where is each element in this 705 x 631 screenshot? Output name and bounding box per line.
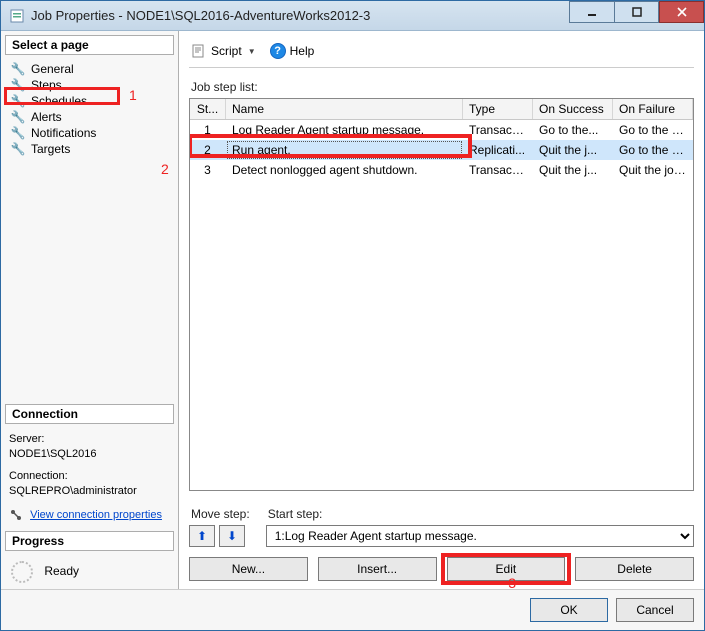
page-item-steps[interactable]: 🔧 Steps <box>7 77 172 93</box>
step-buttons-row: New... Insert... Edit Delete <box>189 557 694 581</box>
cell-type: Transact-... <box>463 160 533 180</box>
wrench-icon: 🔧 <box>11 94 25 108</box>
cell-name: Log Reader Agent startup message. <box>226 120 463 140</box>
cell-name: Run agent. <box>226 140 463 160</box>
progress-header: Progress <box>5 531 174 551</box>
cell-st: 1 <box>190 120 226 140</box>
table-row[interactable]: 3 Detect nonlogged agent shutdown. Trans… <box>190 160 693 180</box>
col-header-name[interactable]: Name <box>226 99 463 119</box>
start-step-select[interactable]: 1:Log Reader Agent startup message. <box>266 525 694 547</box>
move-step-label: Move step: <box>191 507 250 521</box>
wrench-icon: 🔧 <box>11 126 25 140</box>
cell-st: 2 <box>190 140 226 160</box>
page-item-general[interactable]: 🔧 General <box>7 61 172 77</box>
start-step-label: Start step: <box>268 507 692 521</box>
connection-header: Connection <box>5 404 174 424</box>
col-header-st[interactable]: St... <box>190 99 226 119</box>
page-list: 🔧 General 🔧 Steps 🔧 Schedules 🔧 Alerts 🔧 <box>1 59 178 159</box>
maximize-button[interactable] <box>614 1 659 23</box>
cell-st: 3 <box>190 160 226 180</box>
minimize-button[interactable] <box>569 1 614 23</box>
col-header-type[interactable]: Type <box>463 99 533 119</box>
grid-body: 1 Log Reader Agent startup message. Tran… <box>190 120 693 490</box>
page-label: Alerts <box>31 110 62 124</box>
connection-value: SQLREPRO\administrator <box>9 485 137 497</box>
cell-type: Transact-... <box>463 120 533 140</box>
close-button[interactable] <box>659 1 704 23</box>
page-item-alerts[interactable]: 🔧 Alerts <box>7 109 172 125</box>
table-row[interactable]: 1 Log Reader Agent startup message. Tran… <box>190 120 693 140</box>
table-row[interactable]: 2 Run agent. Replicati... Quit the j... … <box>190 140 693 160</box>
page-label: Steps <box>31 78 62 92</box>
progress-block: Ready <box>1 555 178 589</box>
progress-status: Ready <box>44 564 79 578</box>
page-item-schedules[interactable]: 🔧 Schedules <box>7 93 172 109</box>
wrench-icon: 🔧 <box>11 142 25 156</box>
script-dropdown-icon[interactable]: ▼ <box>248 47 256 56</box>
window: Job Properties - NODE1\SQL2016-Adventure… <box>0 0 705 631</box>
page-label: General <box>31 62 74 76</box>
arrow-down-icon: ⬇ <box>227 529 237 543</box>
move-up-button[interactable]: ⬆ <box>189 525 215 547</box>
window-buttons <box>569 1 704 30</box>
server-label: Server: <box>9 433 44 445</box>
cell-name: Detect nonlogged agent shutdown. <box>226 160 463 180</box>
left-pane: Select a page 🔧 General 🔧 Steps 🔧 Schedu… <box>1 31 179 589</box>
wrench-icon: 🔧 <box>11 78 25 92</box>
window-title: Job Properties - NODE1\SQL2016-Adventure… <box>31 8 370 23</box>
grid-header: St... Name Type On Success On Failure <box>190 99 693 120</box>
move-step-block: Move step: ⬆ ⬇ <box>189 503 252 547</box>
titlebar: Job Properties - NODE1\SQL2016-Adventure… <box>1 1 704 31</box>
edit-button[interactable]: Edit <box>447 557 566 581</box>
cell-fail: Go to the n... <box>613 120 693 140</box>
connection-properties-icon <box>9 508 23 522</box>
arrow-up-icon: ⬆ <box>197 529 207 543</box>
right-pane: Script ▼ ? Help Job step list: St... Nam… <box>179 31 704 589</box>
help-icon: ? <box>270 43 286 59</box>
toolbar: Script ▼ ? Help <box>189 39 694 68</box>
help-button[interactable]: Help <box>290 44 315 58</box>
script-icon <box>191 43 207 59</box>
connection-block: Server: NODE1\SQL2016 Connection: SQLREP… <box>1 428 178 527</box>
server-value: NODE1\SQL2016 <box>9 448 96 460</box>
cancel-button[interactable]: Cancel <box>616 598 694 622</box>
app-icon <box>9 8 25 24</box>
cell-type: Replicati... <box>463 140 533 160</box>
col-header-onsuccess[interactable]: On Success <box>533 99 613 119</box>
move-start-row: Move step: ⬆ ⬇ Start step: 1:Log Reader … <box>189 503 694 547</box>
insert-button[interactable]: Insert... <box>318 557 437 581</box>
ok-button[interactable]: OK <box>530 598 608 622</box>
cell-succ: Quit the j... <box>533 140 613 160</box>
col-header-onfailure[interactable]: On Failure <box>613 99 693 119</box>
job-step-list-label: Job step list: <box>191 80 692 94</box>
start-step-block: Start step: 1:Log Reader Agent startup m… <box>266 503 694 547</box>
cell-succ: Go to the... <box>533 120 613 140</box>
page-label: Notifications <box>31 126 96 140</box>
select-page-header: Select a page <box>5 35 174 55</box>
page-label: Targets <box>31 142 70 156</box>
page-label: Schedules <box>31 94 87 108</box>
cell-fail: Quit the job... <box>613 160 693 180</box>
page-item-targets[interactable]: 🔧 Targets <box>7 141 172 157</box>
cell-fail: Go to the n... <box>613 140 693 160</box>
delete-button[interactable]: Delete <box>575 557 694 581</box>
view-connection-properties-link[interactable]: View connection properties <box>30 509 162 521</box>
script-button[interactable]: Script <box>211 44 242 58</box>
move-down-button[interactable]: ⬇ <box>219 525 245 547</box>
job-step-grid: St... Name Type On Success On Failure 1 … <box>189 98 694 491</box>
page-item-notifications[interactable]: 🔧 Notifications <box>7 125 172 141</box>
body: Select a page 🔧 General 🔧 Steps 🔧 Schedu… <box>1 31 704 589</box>
connection-label: Connection: <box>9 470 68 482</box>
cell-succ: Quit the j... <box>533 160 613 180</box>
dialog-footer: OK Cancel <box>1 589 704 630</box>
wrench-icon: 🔧 <box>11 110 25 124</box>
progress-spinner-icon <box>11 561 33 583</box>
new-button[interactable]: New... <box>189 557 308 581</box>
wrench-icon: 🔧 <box>11 62 25 76</box>
